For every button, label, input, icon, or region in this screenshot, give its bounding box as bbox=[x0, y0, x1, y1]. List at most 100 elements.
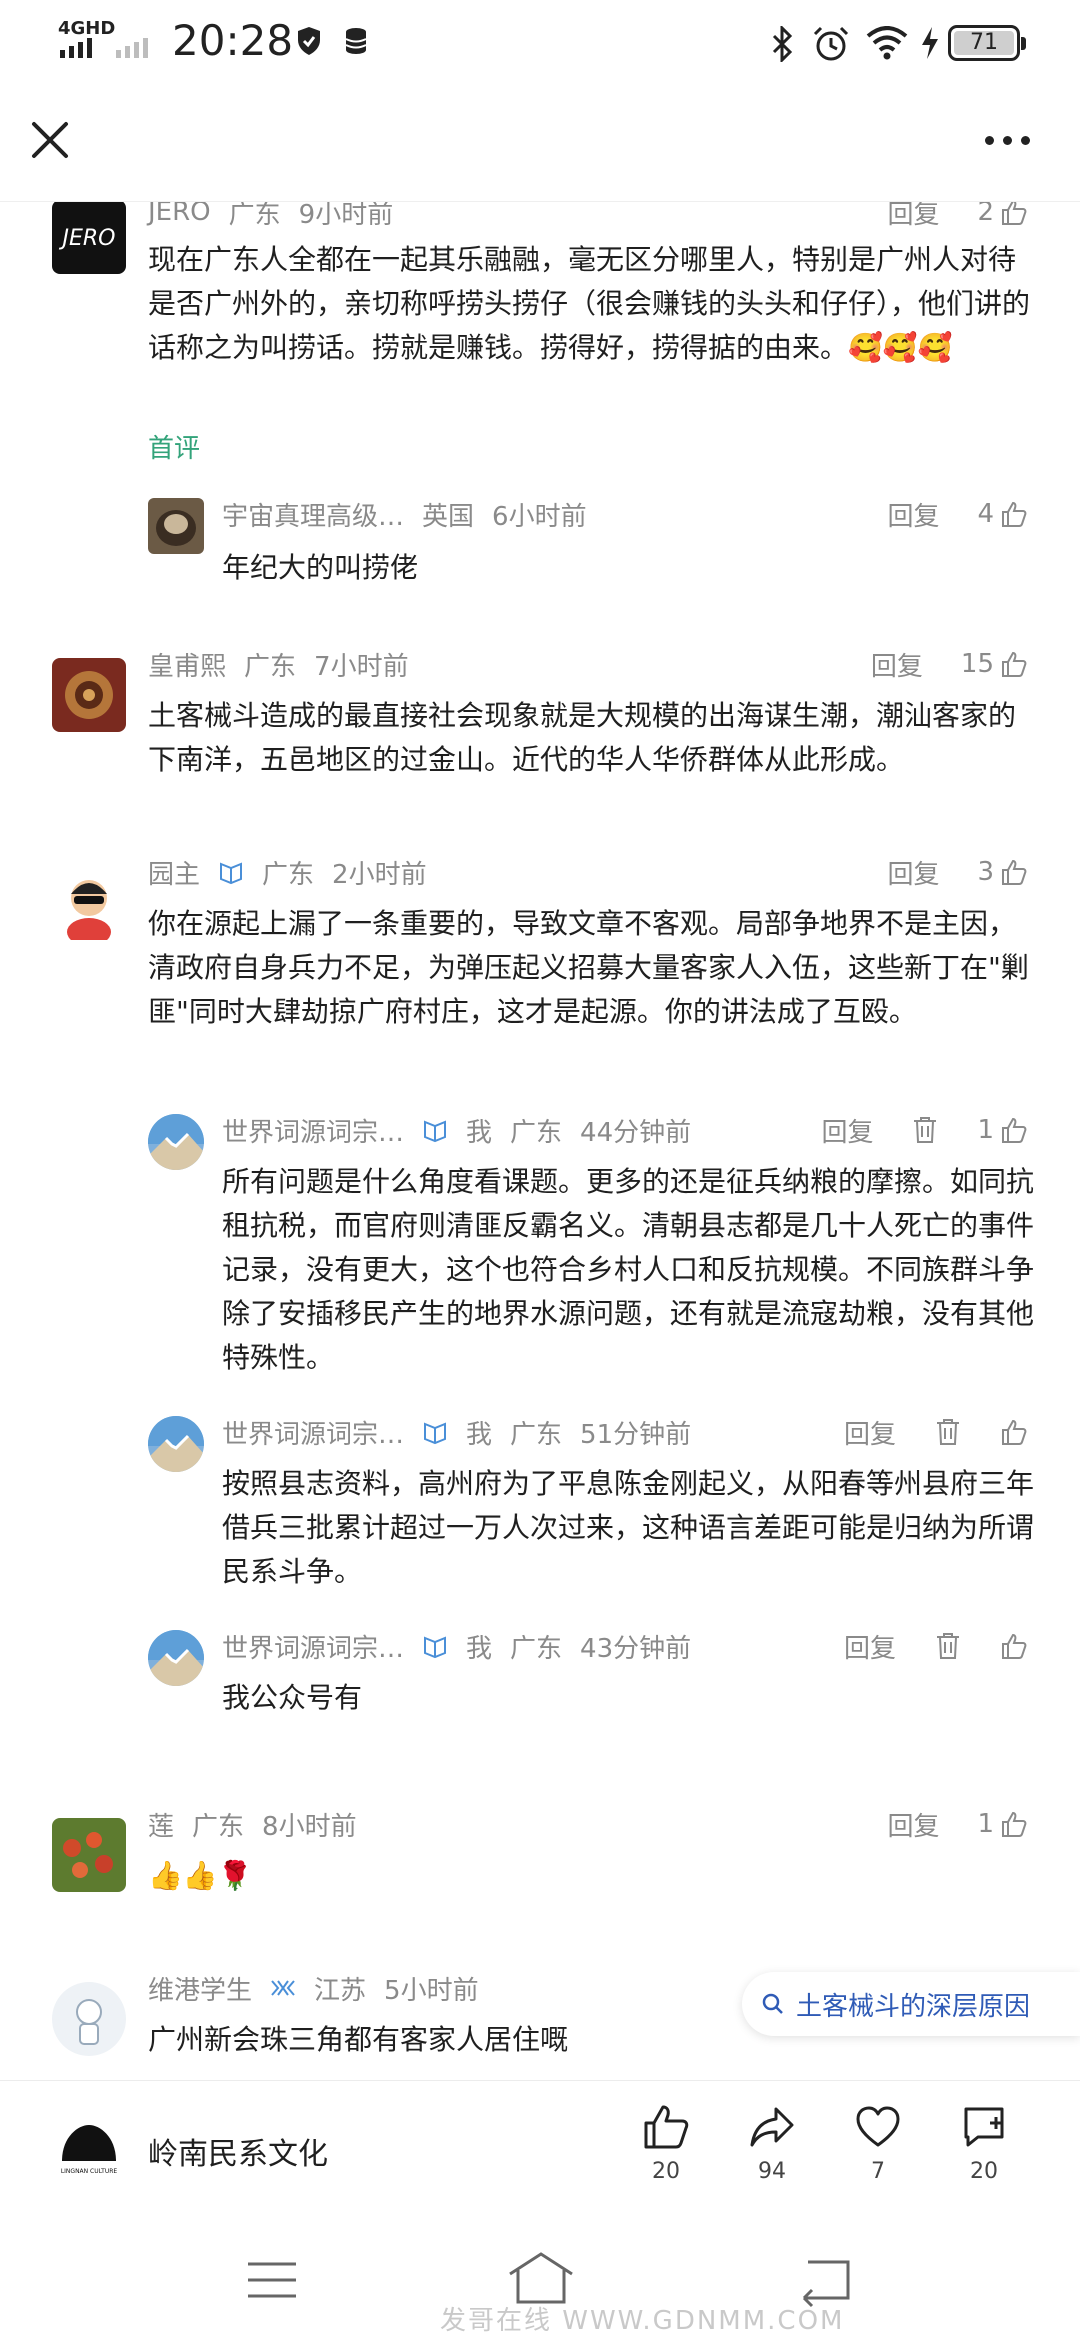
comment-text: 你在源起上漏了一条重要的，导致文章不客观。局部争地界不是主因，清政府自身兵力不足… bbox=[148, 907, 1029, 1028]
verified-badge-icon bbox=[424, 1636, 447, 1659]
comment-region: 广东 bbox=[262, 859, 315, 890]
avatar[interactable] bbox=[52, 1818, 126, 1892]
avatar[interactable] bbox=[148, 498, 204, 554]
comment-time: 9小时前 bbox=[298, 202, 394, 230]
reply-text: 年纪大的叫捞佬 bbox=[222, 551, 419, 584]
shield-icon bbox=[298, 27, 320, 55]
avatar[interactable] bbox=[148, 1114, 204, 1170]
thumbs-up-icon[interactable] bbox=[1000, 1632, 1028, 1660]
wifi-icon bbox=[866, 26, 908, 60]
reply-time: 43分钟前 bbox=[580, 1633, 692, 1664]
brand-name[interactable]: 岭南民系文化 bbox=[148, 2129, 328, 2173]
reply-author[interactable]: 世界词源词宗… bbox=[222, 1628, 404, 1665]
thumbs-up-icon bbox=[1002, 651, 1027, 677]
reply-button[interactable]: 回复 bbox=[887, 496, 939, 533]
thumbs-up-icon bbox=[1002, 1117, 1027, 1143]
avatar[interactable]: JERO bbox=[52, 202, 126, 274]
avatar[interactable] bbox=[148, 1630, 204, 1686]
more-options-icon[interactable] bbox=[985, 128, 1045, 152]
like-button[interactable]: 1 bbox=[977, 1115, 1028, 1145]
thumbs-up-icon bbox=[1002, 501, 1027, 527]
verified-badge-icon bbox=[424, 1120, 447, 1143]
charging-icon bbox=[922, 27, 938, 59]
delete-icon[interactable] bbox=[911, 1115, 939, 1145]
like-count: 2 bbox=[977, 202, 994, 227]
reply-me-tag: 我 bbox=[466, 1117, 493, 1148]
thumbs-up-icon bbox=[1002, 1811, 1027, 1837]
avatar[interactable] bbox=[52, 1982, 126, 2056]
verified-badge-icon bbox=[220, 862, 243, 885]
heart-icon bbox=[856, 2106, 900, 2147]
comment-text: 土客械斗造成的最直接社会现象就是大规模的出海谋生潮，潮汕客家的下南洋，五邑地区的… bbox=[148, 699, 1017, 776]
like-button[interactable]: 4 bbox=[977, 499, 1028, 529]
comment-list[interactable]: JERO JERO 广东 9小时前 回复 2 现在广东人全都在一起其乐融融，毫无… bbox=[0, 202, 1080, 2080]
comment-text: 现在广东人全都在一起其乐融融，毫无区分哪里人，特别是广州人对待是否广州外的，亲切… bbox=[148, 243, 1031, 364]
reply-button[interactable]: 回复 bbox=[887, 854, 939, 891]
related-search-text: 土客械斗的深层原因 bbox=[796, 1991, 1031, 2022]
reply-button[interactable]: 回复 bbox=[871, 646, 923, 683]
like-count: 3 bbox=[977, 857, 994, 887]
comment-count: 20 bbox=[970, 2159, 998, 2184]
reply-button[interactable]: 回复 bbox=[887, 202, 939, 231]
reply-button[interactable]: 回复 bbox=[821, 1112, 873, 1149]
avatar[interactable] bbox=[52, 866, 126, 940]
delete-icon[interactable] bbox=[934, 1417, 962, 1447]
related-search-chip[interactable]: 土客械斗的深层原因 bbox=[742, 1972, 1080, 2036]
comment-author[interactable]: 皇甫熙 bbox=[148, 646, 226, 683]
bottom-action-bar: LINGNAN CULTURE 岭南民系文化 20 94 7 20 bbox=[0, 2080, 1080, 2220]
like-button[interactable]: 3 bbox=[977, 857, 1028, 887]
search-icon bbox=[762, 1993, 783, 2014]
like-count: 1 bbox=[977, 1809, 994, 1839]
reply-author[interactable]: 世界词源词宗… bbox=[222, 1112, 404, 1149]
reply-time: 44分钟前 bbox=[580, 1117, 692, 1148]
comment-author[interactable]: 莲 bbox=[148, 1806, 174, 1843]
share-button[interactable]: 94 bbox=[732, 2103, 812, 2184]
reply-button[interactable]: 回复 bbox=[844, 1628, 896, 1665]
network-type: 4GHD bbox=[58, 18, 116, 39]
brand-logo[interactable]: LINGNAN CULTURE bbox=[56, 2117, 122, 2183]
avatar[interactable] bbox=[148, 1416, 204, 1472]
comment-button[interactable]: 20 bbox=[944, 2103, 1024, 2184]
reply-button[interactable]: 回复 bbox=[844, 1414, 896, 1451]
battery-icon: 71 bbox=[948, 25, 1026, 61]
comment-time: 8小时前 bbox=[262, 1811, 357, 1842]
verified-badge-icon bbox=[271, 1980, 295, 1996]
reply-region: 广东 bbox=[510, 1633, 563, 1664]
favorite-count: 7 bbox=[871, 2159, 885, 2184]
like-count: 15 bbox=[960, 649, 994, 679]
comment-time: 5小时前 bbox=[384, 1975, 479, 2006]
reply-text: 按照县志资料，高州府为了平息陈金刚起义，从阳春等州县府三年借兵三批累计超过一万人… bbox=[222, 1467, 1035, 1588]
like-button[interactable]: 2 bbox=[977, 202, 1028, 227]
signal-icon bbox=[60, 38, 92, 58]
reply-time: 51分钟前 bbox=[580, 1419, 692, 1450]
comment-region: 广东 bbox=[192, 1811, 245, 1842]
menu-icon[interactable] bbox=[242, 2250, 302, 2310]
comment-text: 👍👍🌹 bbox=[148, 1859, 253, 1892]
reply-author[interactable]: 宇宙真理高级… bbox=[222, 496, 404, 533]
comment-author[interactable]: 维港学生 bbox=[148, 1970, 252, 2007]
comment-author[interactable]: JERO bbox=[148, 202, 211, 227]
reply-me-tag: 我 bbox=[466, 1633, 493, 1664]
battery-level: 71 bbox=[954, 31, 1014, 55]
verified-badge-icon bbox=[424, 1422, 447, 1445]
favorite-button[interactable]: 7 bbox=[838, 2103, 918, 2184]
svg-text:JERO: JERO bbox=[59, 226, 116, 251]
delete-icon[interactable] bbox=[934, 1631, 962, 1661]
reply-button[interactable]: 回复 bbox=[887, 1806, 939, 1843]
reply-text: 我公众号有 bbox=[222, 1681, 363, 1714]
clock: 20:28 bbox=[172, 16, 294, 65]
reply-region: 广东 bbox=[510, 1419, 563, 1450]
reply-author[interactable]: 世界词源词宗… bbox=[222, 1414, 404, 1451]
comment-author[interactable]: 园主 bbox=[148, 854, 200, 891]
thumbs-up-icon[interactable] bbox=[1000, 1418, 1028, 1446]
like-article-button[interactable]: 20 bbox=[626, 2103, 706, 2184]
avatar[interactable] bbox=[52, 658, 126, 732]
like-button[interactable]: 1 bbox=[977, 1809, 1028, 1839]
like-count: 1 bbox=[977, 1115, 994, 1145]
brand-logo-text: LINGNAN CULTURE bbox=[61, 2168, 118, 2175]
close-icon[interactable] bbox=[24, 114, 76, 166]
comment-region: 江苏 bbox=[314, 1975, 367, 2006]
comment-region: 广东 bbox=[244, 651, 297, 682]
top-header bbox=[0, 84, 1080, 202]
like-button[interactable]: 15 bbox=[961, 649, 1028, 679]
